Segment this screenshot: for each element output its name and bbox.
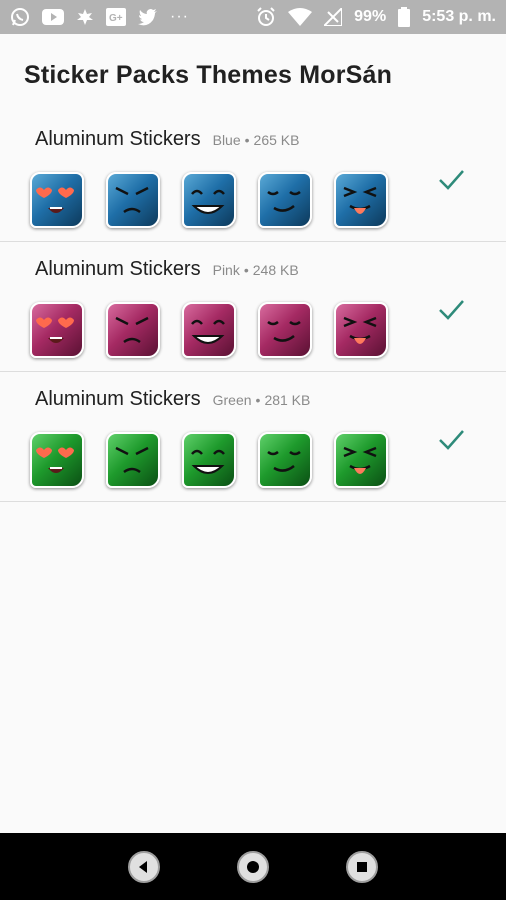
angry-face-sticker <box>106 432 160 488</box>
heart-eyes-face-icon <box>36 317 74 343</box>
app-bar: Sticker Packs Themes MorSán <box>0 34 506 116</box>
pack-name: Aluminum Stickers <box>35 388 201 410</box>
youtube-icon <box>42 9 64 25</box>
sticker-pack-row[interactable]: Aluminum Stickers Pink • 248 KB <box>0 242 506 372</box>
heart-eyes-face-sticker <box>30 172 84 228</box>
home-button[interactable] <box>236 850 269 883</box>
smirk-face-sticker <box>258 302 312 358</box>
pack-size: 248 KB <box>252 262 299 278</box>
heart-eyes-face-icon <box>36 187 74 213</box>
tongue-out-face-icon <box>343 186 377 214</box>
grinning-face-sticker <box>182 302 236 358</box>
grinning-face-icon <box>191 189 225 214</box>
status-bar-notifications: G+ ··· <box>10 7 189 27</box>
pack-color-name: Blue <box>212 132 241 148</box>
whatsapp-icon <box>10 7 30 27</box>
tongue-out-face-sticker <box>334 302 388 358</box>
angry-face-icon <box>115 186 149 214</box>
tongue-out-face-icon <box>343 446 377 474</box>
pack-header: Aluminum Stickers Pink • 248 KB <box>35 258 299 281</box>
wifi-icon <box>288 8 313 26</box>
angry-face-icon <box>115 446 149 474</box>
grinning-face-sticker <box>182 172 236 228</box>
back-button[interactable] <box>128 850 161 883</box>
angry-face-icon <box>115 316 149 344</box>
pack-name: Aluminum Stickers <box>35 258 201 280</box>
pack-header: Aluminum Stickers Green • 281 KB <box>35 388 310 411</box>
sticker-preview-strip <box>30 172 388 228</box>
sticker-pack-list: Aluminum Stickers Blue • 265 KB Aluminum S… <box>0 112 506 502</box>
grinning-face-icon <box>191 449 225 474</box>
recents-square-icon <box>356 861 367 872</box>
pack-name: Aluminum Stickers <box>35 128 201 150</box>
sticker-preview-strip <box>30 432 388 488</box>
smirk-face-sticker <box>258 172 312 228</box>
pack-header: Aluminum Stickers Blue • 265 KB <box>35 128 299 151</box>
grinning-face-sticker <box>182 432 236 488</box>
sticker-preview-strip <box>30 302 388 358</box>
recents-button[interactable] <box>345 850 378 883</box>
meta-separator: • <box>255 392 261 408</box>
pack-meta: Pink • 248 KB <box>213 262 299 278</box>
leaf-icon <box>76 8 94 26</box>
smirk-face-icon <box>267 190 301 212</box>
pack-size: 281 KB <box>264 392 311 408</box>
pack-color-name: Green <box>212 392 252 408</box>
smirk-face-sticker <box>258 432 312 488</box>
tongue-out-face-sticker <box>334 432 388 488</box>
tongue-out-face-icon <box>343 316 377 344</box>
heart-eyes-face-sticker <box>30 302 84 358</box>
angry-face-sticker <box>106 302 160 358</box>
heart-eyes-face-icon <box>36 447 74 473</box>
added-check-icon <box>437 296 465 324</box>
navigation-bar <box>0 833 506 900</box>
smirk-face-icon <box>267 450 301 472</box>
meta-separator: • <box>244 132 250 148</box>
battery-icon <box>398 7 411 27</box>
added-check-icon <box>437 426 465 454</box>
clock: 5:53 p. m. <box>422 8 496 25</box>
added-check-icon <box>437 166 465 194</box>
sticker-pack-row[interactable]: Aluminum Stickers Green • 281 KB <box>0 372 506 502</box>
angry-face-sticker <box>106 172 160 228</box>
pack-meta: Green • 281 KB <box>213 392 311 408</box>
back-triangle-icon <box>139 860 148 873</box>
more-dots-icon: ··· <box>170 8 189 25</box>
battery-percent: 99% <box>354 8 387 25</box>
svg-text:G+: G+ <box>109 13 123 24</box>
twitter-icon <box>138 8 158 26</box>
meta-separator: • <box>243 262 249 278</box>
tongue-out-face-sticker <box>334 172 388 228</box>
status-bar: G+ ··· 99% 5:53 p. m. <box>0 0 506 34</box>
alarm-icon <box>256 7 276 27</box>
smirk-face-icon <box>267 320 301 342</box>
no-signal-icon <box>324 8 343 26</box>
status-bar-system: 99% 5:53 p. m. <box>256 7 496 27</box>
pack-size: 265 KB <box>253 132 300 148</box>
home-circle-icon <box>246 860 259 873</box>
heart-eyes-face-sticker <box>30 432 84 488</box>
pack-color-name: Pink <box>212 262 240 278</box>
pack-meta: Blue • 265 KB <box>213 132 300 148</box>
grinning-face-icon <box>191 319 225 344</box>
sticker-pack-row[interactable]: Aluminum Stickers Blue • 265 KB <box>0 112 506 242</box>
google-plus-icon: G+ <box>106 8 126 26</box>
page-title: Sticker Packs Themes MorSán <box>24 60 393 89</box>
